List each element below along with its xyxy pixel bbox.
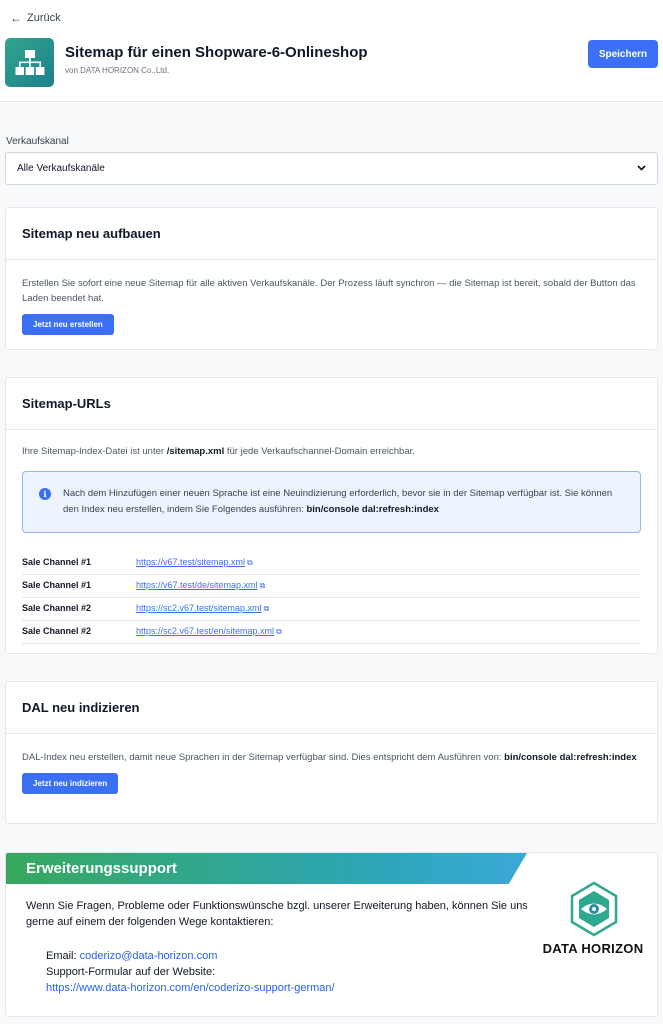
support-form-link[interactable]: https://www.data-horizon.com/en/coderizo… (46, 982, 335, 994)
table-row: Sale Channel #1 https://v67.test/sitemap… (22, 551, 641, 575)
data-horizon-logo: DATA HORIZON (539, 881, 647, 961)
dal-description: DAL-Index neu erstellen, damit neue Spra… (22, 750, 641, 765)
sitemap-urls-title: Sitemap-URLs (6, 378, 657, 430)
email-label: Email: (46, 950, 80, 962)
dal-command: bin/console dal:refresh:index (504, 752, 637, 763)
sitemap-url-table: Sale Channel #1 https://v67.test/sitemap… (22, 551, 641, 644)
main-content: Verkaufskanal Alle Verkaufskanäle Sitema… (0, 103, 663, 1024)
channel-name: Sale Channel #1 (22, 551, 136, 575)
back-label: Zurück (27, 12, 61, 24)
external-link-icon: ⧉ (247, 557, 253, 567)
support-contact: Email: coderizo@data-horizon.com Support… (46, 948, 335, 996)
dal-description-text: DAL-Index neu erstellen, damit neue Spra… (22, 752, 505, 763)
info-icon: i (39, 488, 51, 500)
external-link-icon: ⧉ (276, 627, 282, 636)
sales-channel-select[interactable]: Alle Verkaufskanäle (5, 152, 658, 185)
sitemap-urls-card: Sitemap-URLs Ihre Sitemap-Index-Datei is… (5, 377, 658, 654)
sitemap-url-link[interactable]: https://v67.test/sitemap.xml (136, 557, 245, 567)
dal-reindex-card: DAL neu indizieren DAL-Index neu erstell… (5, 681, 658, 824)
sitemap-tree-icon (5, 38, 54, 87)
sitemap-urls-intro: Ihre Sitemap-Index-Datei ist unter /site… (22, 444, 641, 459)
sitemap-url-link[interactable]: https://sc2.v67.test/en/sitemap.xml (136, 626, 274, 636)
sales-channel-label: Verkaufskanal (6, 136, 69, 147)
sitemap-url-link[interactable]: https://sc2.v67.test/sitemap.xml (136, 603, 262, 613)
page-title: Sitemap für einen Shopware-6-Onlineshop (65, 44, 368, 61)
rebuild-title: Sitemap neu aufbauen (6, 208, 657, 260)
save-button[interactable]: Speichern (588, 40, 658, 68)
table-row: Sale Channel #1 https://v67.test/de/site… (22, 574, 641, 598)
table-row: Sale Channel #2 https://sc2.v67.test/sit… (22, 597, 641, 621)
channel-name: Sale Channel #2 (22, 597, 136, 621)
rebuild-now-button[interactable]: Jetzt neu erstellen (22, 314, 114, 335)
sitemap-url-link[interactable]: https://v67.test/de/sitemap.xml (136, 580, 258, 590)
support-form-label: Support-Formular auf der Website: (46, 966, 216, 978)
chevron-down-icon (637, 163, 646, 174)
sales-channel-value: Alle Verkaufskanäle (17, 163, 105, 174)
intro-path: /sitemap.xml (166, 446, 225, 457)
rebuild-card: Sitemap neu aufbauen Erstellen Sie sofor… (5, 207, 658, 350)
channel-name: Sale Channel #1 (22, 574, 136, 598)
external-link-icon: ⧉ (259, 581, 266, 590)
external-link-icon: ⧉ (263, 604, 270, 613)
intro-prefix: Ihre Sitemap-Index-Datei ist unter (22, 446, 167, 457)
support-text: Wenn Sie Fragen, Probleme oder Funktions… (26, 900, 528, 928)
intro-suffix: für jede Verkaufschannel-Domain erreichb… (224, 446, 415, 457)
rebuild-description: Erstellen Sie sofort eine neue Sitemap f… (22, 278, 636, 304)
data-horizon-logo-icon (570, 881, 618, 937)
arrow-left-icon: ← (10, 11, 22, 25)
support-title: Erweiterungssupport (26, 860, 177, 877)
logo-text: DATA HORIZON (542, 941, 644, 956)
extension-support-card: Erweiterungssupport Wenn Sie Fragen, Pro… (5, 852, 658, 1017)
info-command: bin/console dal:refresh:index (306, 504, 439, 515)
table-row: Sale Channel #2 https://sc2.v67.test/en/… (22, 620, 641, 644)
channel-name: Sale Channel #2 (22, 620, 136, 644)
support-email-link[interactable]: coderizo@data-horizon.com (80, 950, 218, 962)
reindex-now-button[interactable]: Jetzt neu indizieren (22, 773, 119, 794)
top-bar: ← Zurück Sitemap für einen Shopware-6-On… (0, 0, 663, 102)
back-link[interactable]: ← Zurück (10, 11, 61, 25)
dal-title: DAL neu indizieren (6, 682, 657, 734)
reindex-info-alert: i Nach dem Hinzufügen einer neuen Sprach… (22, 471, 641, 533)
page-subtitle: von DATA HORIZON Co.,Ltd. (65, 66, 170, 75)
